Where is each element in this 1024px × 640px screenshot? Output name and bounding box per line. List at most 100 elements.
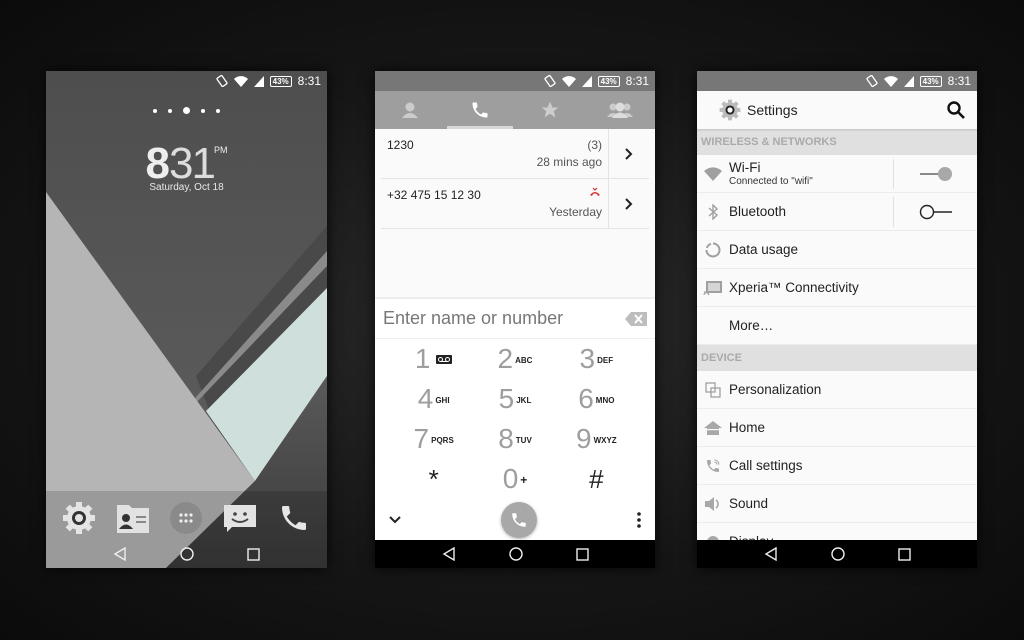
contacts-app[interactable] [115, 500, 151, 536]
key-7[interactable]: 7 PQRS [393, 419, 474, 459]
tab-contacts[interactable] [375, 91, 445, 129]
recents-icon[interactable] [575, 547, 589, 561]
dialer-tabs [375, 91, 655, 129]
nav-bar [697, 540, 977, 568]
chevron-right-icon [625, 147, 633, 160]
page-dot[interactable] [201, 108, 205, 113]
item-label: Sound [729, 496, 769, 511]
key-5[interactable]: 5 JKL [474, 379, 555, 419]
battery-indicator: 43% [919, 75, 942, 87]
settings-item-personalization[interactable]: Personalization [697, 371, 977, 409]
wifi-icon [704, 166, 722, 181]
key-6[interactable]: 6 MNO [556, 379, 637, 419]
dock [46, 498, 327, 538]
page-dot[interactable] [153, 108, 157, 113]
home-button-icon[interactable] [830, 547, 845, 561]
phone-icon [512, 513, 526, 527]
recents-icon[interactable] [247, 547, 261, 561]
wifi-toggle[interactable] [893, 158, 977, 189]
overflow-menu-icon[interactable] [637, 512, 641, 528]
key-0[interactable]: 0 + [474, 459, 555, 499]
back-icon[interactable] [113, 547, 127, 561]
messaging-app[interactable] [222, 500, 258, 536]
settings-item-display[interactable]: Display [697, 523, 977, 540]
page-dot-active[interactable] [183, 107, 190, 114]
phone-app[interactable] [276, 500, 312, 536]
settings-item-wifi[interactable]: Wi-Fi Connected to "wifi" [697, 155, 977, 193]
signal-icon [903, 75, 914, 87]
key-digit: * [428, 463, 439, 494]
search-icon[interactable] [947, 101, 965, 119]
key-3[interactable]: 3 DEF [556, 339, 637, 379]
settings-item-data-usage[interactable]: Data usage [697, 231, 977, 269]
key-star[interactable]: * [393, 459, 474, 499]
clock-hour: 8 [145, 139, 171, 188]
page-indicator [46, 107, 327, 114]
person-icon [402, 102, 418, 118]
key-digit: 8 [498, 423, 514, 454]
bluetooth-toggle[interactable] [893, 196, 977, 227]
item-label: Home [729, 420, 766, 435]
key-8[interactable]: 8 TUV [474, 419, 555, 459]
nav-bar [46, 540, 327, 568]
settings-item-call-settings[interactable]: Call settings [697, 447, 977, 485]
page-title: Settings [747, 102, 798, 118]
vibrate-icon [216, 75, 228, 87]
settings-item-sound[interactable]: Sound [697, 485, 977, 523]
backspace-icon[interactable] [625, 311, 647, 326]
back-icon[interactable] [442, 547, 456, 561]
cast-icon [703, 280, 722, 295]
call-details-button[interactable] [609, 179, 649, 228]
key-2[interactable]: 2 ABC [474, 339, 555, 379]
lock-date: Saturday, Oct 18 [149, 182, 224, 193]
battery-indicator: 43% [269, 75, 292, 87]
settings-phone: 43% 8:31 Settings WIRELESS & NETWORKS Wi… [697, 71, 977, 568]
key-1[interactable]: 1 [393, 339, 474, 379]
call-log-row[interactable]: +32 475 15 12 30 Yesterday [381, 179, 649, 229]
missed-call-icon [590, 187, 600, 196]
key-digit: 6 [578, 383, 594, 414]
key-4[interactable]: 4 GHI [393, 379, 474, 419]
tab-call-log[interactable] [445, 91, 515, 129]
item-label: Wi-Fi [729, 160, 761, 175]
tab-favorites[interactable] [515, 91, 585, 129]
wifi-icon [883, 75, 898, 87]
item-label: Data usage [729, 242, 799, 257]
home-button-icon[interactable] [180, 547, 194, 561]
call-number: 1230 [387, 138, 414, 152]
call-button[interactable] [501, 502, 537, 538]
settings-app-bar: Settings [697, 91, 977, 129]
key-letters: TUV [515, 435, 532, 445]
settings-icon [62, 502, 95, 534]
recents-icon[interactable] [897, 547, 911, 561]
key-letters: MNO [595, 395, 615, 405]
bluetooth-icon [708, 203, 719, 220]
call-details-button[interactable] [609, 129, 649, 178]
contacts-icon [116, 505, 149, 533]
chevron-down-icon[interactable] [389, 516, 401, 524]
call-time: 28 mins ago [536, 155, 602, 169]
page-dot[interactable] [168, 108, 172, 113]
dial-input[interactable] [383, 308, 625, 329]
call-log-row[interactable]: 1230 (3) 28 mins ago [381, 129, 649, 179]
settings-item-more[interactable]: More… [697, 307, 977, 345]
home-button-icon[interactable] [508, 547, 523, 561]
key-hash[interactable]: # [556, 459, 637, 499]
phone-icon [472, 102, 488, 118]
status-bar: 43% 8:31 [697, 71, 977, 91]
settings-item-xperia-connectivity[interactable]: Xperia™ Connectivity [697, 269, 977, 307]
key-9[interactable]: 9 WXYZ [556, 419, 637, 459]
item-label: Call settings [729, 458, 803, 473]
tab-groups[interactable] [585, 91, 655, 129]
settings-item-bluetooth[interactable]: Bluetooth [697, 193, 977, 231]
status-time: 8:31 [947, 74, 971, 88]
settings-app[interactable] [61, 500, 97, 536]
settings-item-home[interactable]: Home [697, 409, 977, 447]
page-dot[interactable] [216, 108, 220, 113]
battery-indicator: 43% [597, 75, 620, 87]
app-drawer[interactable] [168, 500, 204, 536]
back-icon[interactable] [764, 547, 778, 561]
dialer-phone: 43% 8:31 1230 (3) 28 mins ago +32 475 15… [375, 71, 655, 568]
phone-icon [282, 506, 307, 530]
key-digit: 1 [414, 343, 431, 374]
